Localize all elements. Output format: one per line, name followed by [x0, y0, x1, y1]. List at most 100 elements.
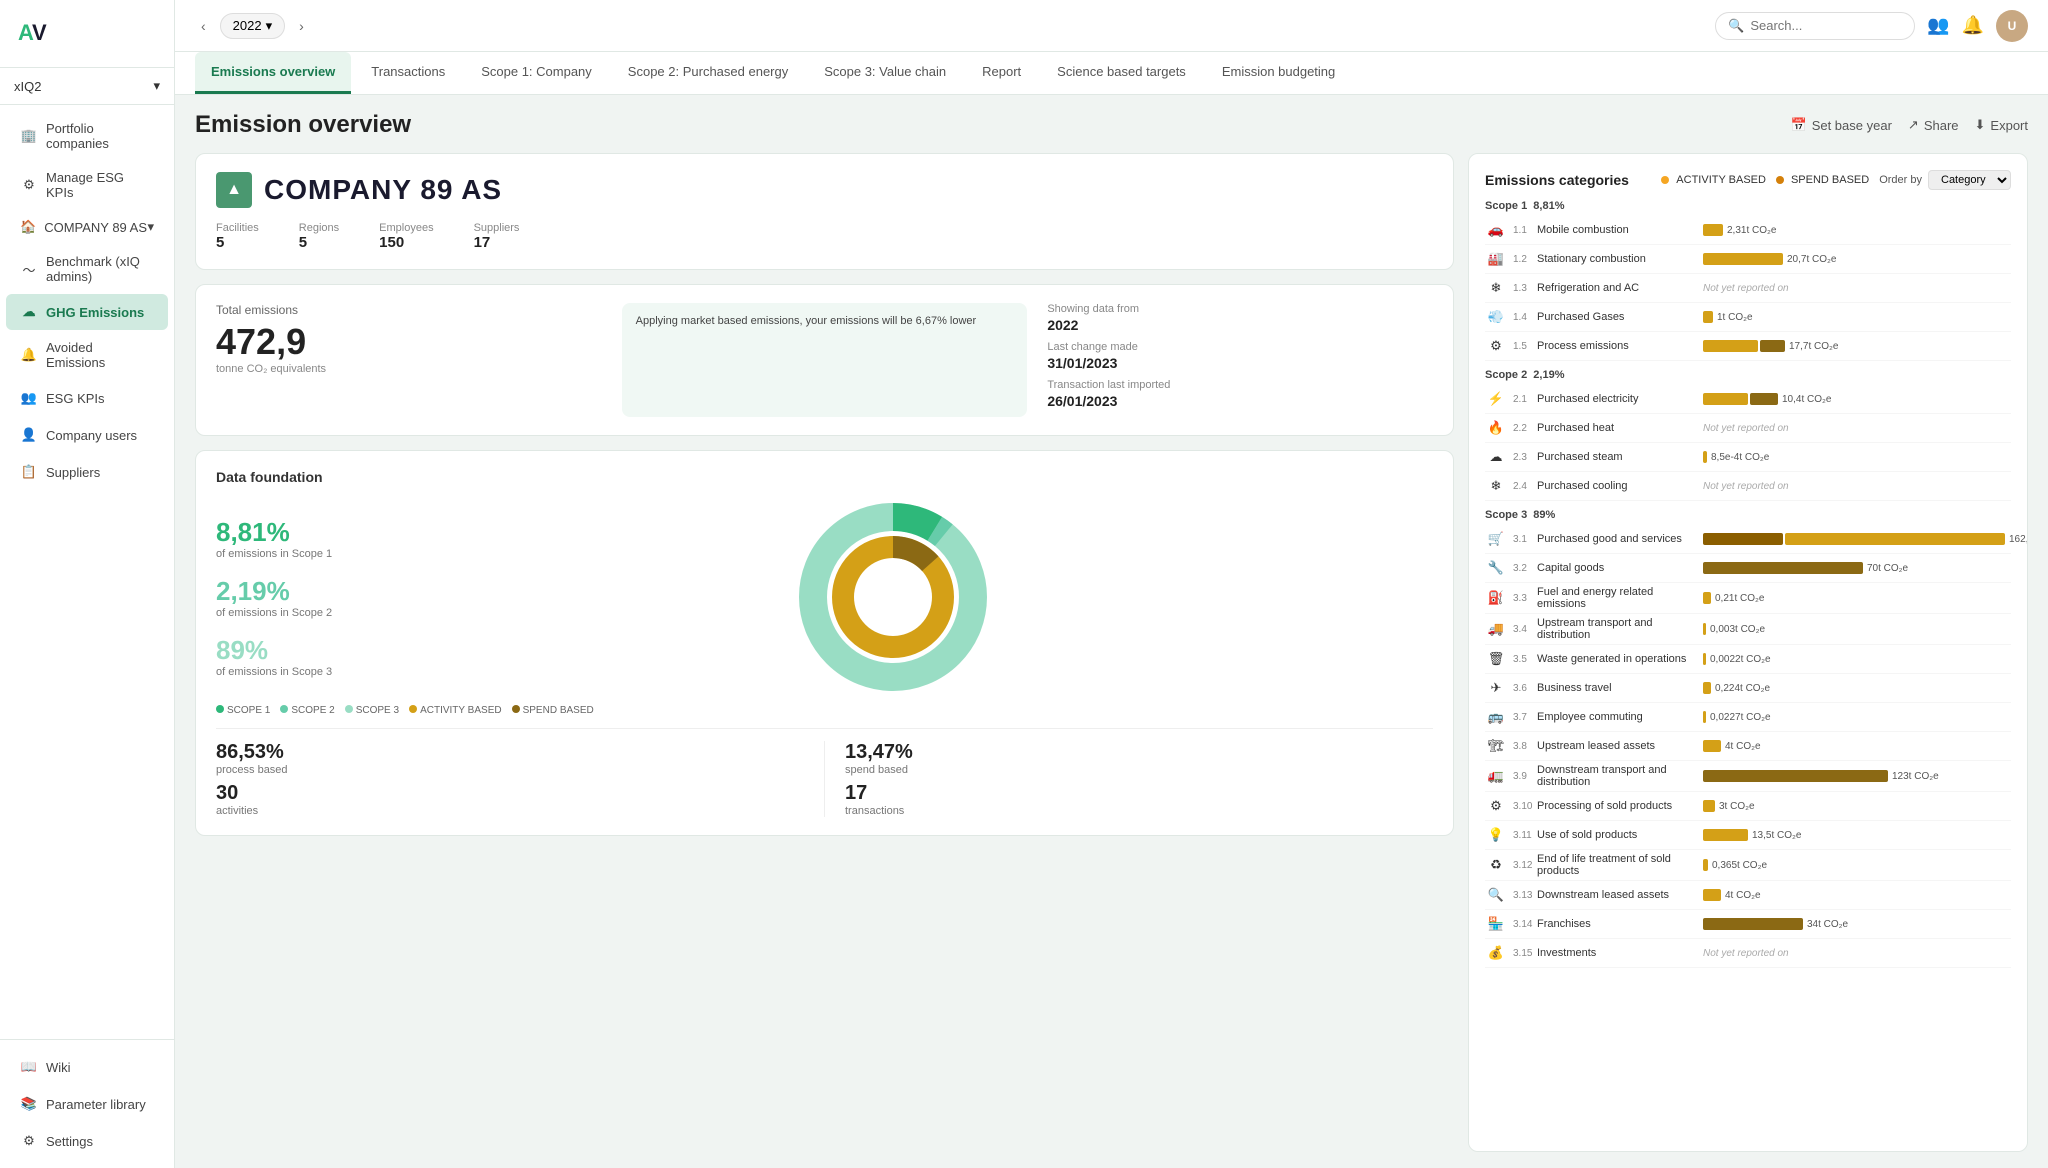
sidebar-item-ghg[interactable]: ☁ GHG Emissions [6, 294, 168, 330]
ec-controls: ACTIVITY BASED SPEND BASED Order by Cate… [1661, 170, 2011, 190]
df-stats: 8,81% of emissions in Scope 1 2,19% of e… [216, 517, 332, 678]
emission-bar-area: 17,7t CO₂e [1703, 338, 2011, 354]
sidebar-item-label: Settings [46, 1134, 93, 1149]
spend-label: spend based [845, 764, 1433, 776]
year-prev-button[interactable]: ‹ [195, 16, 212, 36]
tab-scope3[interactable]: Scope 3: Value chain [808, 52, 962, 94]
scope2-legend: SCOPE 2 [280, 705, 334, 716]
sidebar-item-portfolio[interactable]: 🏢 Portfolio companies [6, 112, 168, 160]
process-stat: 86,53% process based 30 activities [216, 741, 825, 817]
page-content: Emission overview 📅 Set base year ↗ Shar… [175, 95, 2048, 1168]
emission-bar-area: 0,003t CO₂e [1703, 621, 2011, 637]
company-card: ▲ COMPANY 89 AS Facilities 5 Regions 5 [195, 153, 1454, 270]
emission-name: Downstream transport and distribution [1537, 764, 1697, 788]
param-icon: 📚 [20, 1095, 38, 1113]
tab-transactions[interactable]: Transactions [355, 52, 461, 94]
sidebar-item-manage-esg[interactable]: ⚙ Manage ESG KPIs [6, 161, 168, 209]
export-button[interactable]: ⬇ Export [1975, 117, 2028, 133]
donut-chart [352, 497, 1433, 697]
spend-bar [1703, 562, 1863, 574]
search-input[interactable] [1750, 18, 1902, 33]
sidebar-item-users[interactable]: 👤 Company users [6, 417, 168, 453]
year-selector[interactable]: 2022 ▾ [220, 13, 285, 39]
scope1-sub: of emissions in Scope 1 [216, 548, 332, 560]
stat-regions: Regions 5 [299, 222, 339, 251]
sidebar-item-settings[interactable]: ⚙ Settings [6, 1123, 168, 1159]
sidebar-item-suppliers[interactable]: 📋 Suppliers [6, 454, 168, 490]
emission-value: 34t CO₂e [1807, 919, 1848, 930]
emission-row-3-15: 💰 3.15 Investments Not yet reported on [1485, 939, 2011, 968]
goods-icon: 🛒 [1485, 528, 1507, 550]
emission-value: 3t CO₂e [1719, 801, 1755, 812]
emission-row-2-3: ☁ 2.3 Purchased steam 8,5e-4t CO₂e [1485, 443, 2011, 472]
refrigeration-icon: ❄ [1485, 277, 1507, 299]
emission-name: Purchased steam [1537, 451, 1697, 463]
scope1-header: Scope 1 8,81% [1485, 200, 2011, 212]
df-bottom: 86,53% process based 30 activities 13,47… [216, 728, 1433, 817]
sidebar-item-label: Company users [46, 428, 137, 443]
emission-name: Upstream transport and distribution [1537, 617, 1697, 641]
sidebar-item-label: Avoided Emissions [46, 340, 154, 370]
downstream-leased-icon: 🔍 [1485, 884, 1507, 906]
emission-row-3-10: ⚙ 3.10 Processing of sold products 3t CO… [1485, 792, 2011, 821]
company-selector[interactable]: xIQ2 ▾ [0, 68, 174, 105]
emission-value: 1t CO₂e [1717, 312, 1753, 323]
share-button[interactable]: ↗ Share [1908, 117, 1959, 133]
order-by-select[interactable]: Category [1928, 170, 2011, 190]
emission-num: 2.4 [1513, 481, 1531, 492]
emissions-dates: Showing data from 2022 Last change made … [1027, 303, 1433, 417]
sidebar-item-benchmark[interactable]: 〜 Benchmark (xIQ admins) [6, 245, 168, 293]
tab-science[interactable]: Science based targets [1041, 52, 1202, 94]
activity-bar [1703, 711, 1706, 723]
portfolio-icon: 🏢 [20, 127, 38, 145]
scope3-sub: of emissions in Scope 3 [216, 666, 332, 678]
scope1-legend: SCOPE 1 [216, 705, 270, 716]
emission-value: 70t CO₂e [1867, 563, 1908, 574]
gases-icon: 💨 [1485, 306, 1507, 328]
sidebar-item-company[interactable]: 🏠 COMPANY 89 AS ▾ [6, 210, 168, 244]
notifications-icon[interactable]: 🔔 [1962, 15, 1984, 36]
sidebar-item-esg-kpis[interactable]: 👥 ESG KPIs [6, 380, 168, 416]
order-by: Order by Category [1879, 170, 2011, 190]
users-nav-icon[interactable]: 👥 [1927, 15, 1949, 36]
topbar: ‹ 2022 ▾ › 🔍 👥 🔔 U [175, 0, 2048, 52]
scope2-section: Scope 2 2,19% ⚡ 2.1 Purchased electricit… [1485, 369, 2011, 501]
sidebar-item-avoided[interactable]: 🔔 Avoided Emissions [6, 331, 168, 379]
tab-scope1[interactable]: Scope 1: Company [465, 52, 608, 94]
emission-bar-area: 70t CO₂e [1703, 560, 2011, 576]
emission-row-1-4: 💨 1.4 Purchased Gases 1t CO₂e [1485, 303, 2011, 332]
stat-facilities: Facilities 5 [216, 222, 259, 251]
emission-row-3-11: 💡 3.11 Use of sold products 13,5t CO₂e [1485, 821, 2011, 850]
emission-value: 13,5t CO₂e [1752, 830, 1801, 841]
avatar[interactable]: U [1996, 10, 2028, 42]
emission-bar-area: Not yet reported on [1703, 420, 2011, 436]
sidebar-item-param[interactable]: 📚 Parameter library [6, 1086, 168, 1122]
tab-scope2[interactable]: Scope 2: Purchased energy [612, 52, 804, 94]
transaction-date: 26/01/2023 [1047, 393, 1433, 409]
df-content: 8,81% of emissions in Scope 1 2,19% of e… [216, 497, 1433, 697]
scope2-header: Scope 2 2,19% [1485, 369, 2011, 381]
emission-num: 2.2 [1513, 423, 1531, 434]
tab-emissions-overview[interactable]: Emissions overview [195, 52, 351, 94]
activity-bar [1703, 451, 1707, 463]
emission-bar-area: 0,0022t CO₂e [1703, 651, 2011, 667]
emission-num: 3.4 [1513, 624, 1531, 635]
tab-report[interactable]: Report [966, 52, 1037, 94]
sidebar-item-wiki[interactable]: 📖 Wiki [6, 1049, 168, 1085]
benchmark-icon: 〜 [20, 260, 38, 278]
spend-pct: 13,47% [845, 741, 1433, 764]
year-next-button[interactable]: › [293, 16, 310, 36]
main-grid: ▲ COMPANY 89 AS Facilities 5 Regions 5 [195, 153, 2028, 1152]
emissions-total: Total emissions 472,9 tonne CO₂ equivale… [216, 303, 622, 417]
emission-row-2-2: 🔥 2.2 Purchased heat Not yet reported on [1485, 414, 2011, 443]
sidebar-item-label: Suppliers [46, 465, 100, 480]
activity-legend-item: ACTIVITY BASED [1661, 174, 1766, 186]
set-base-year-button[interactable]: 📅 Set base year [1791, 117, 1892, 133]
emission-num: 3.11 [1513, 830, 1531, 841]
users-icon: 👤 [20, 426, 38, 444]
sidebar: A V xIQ2 ▾ 🏢 Portfolio companies ⚙ Manag… [0, 0, 175, 1168]
tab-budgeting[interactable]: Emission budgeting [1206, 52, 1351, 94]
process-icon: ⚙ [1485, 335, 1507, 357]
showing-data-label: Showing data from [1047, 303, 1433, 315]
total-value: 472,9 [216, 321, 622, 363]
